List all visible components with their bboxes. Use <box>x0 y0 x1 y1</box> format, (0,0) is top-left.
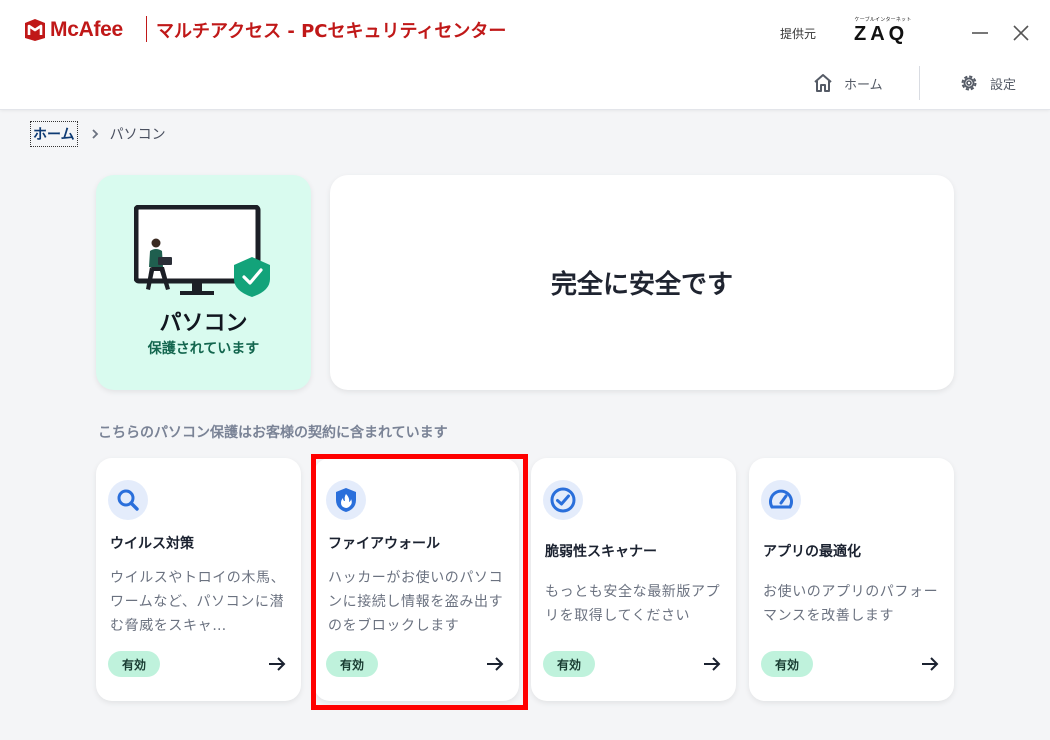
provider-label: 提供元 <box>780 27 817 41</box>
feature-description: もっとも安全な最新版アプリを取得してください <box>545 584 721 624</box>
feature-title: 脆弱性スキャナー <box>545 544 657 560</box>
minimize-button[interactable] <box>967 20 993 46</box>
breadcrumb-home[interactable]: ホーム <box>30 121 78 147</box>
arrow-right-icon[interactable] <box>919 654 941 674</box>
nav-home-button[interactable]: ホーム <box>812 70 883 96</box>
status-badge: 有効 <box>326 651 378 677</box>
feature-card-firewall[interactable]: ファイアウォール ハッカーがお使いのパソコンに接続し情報を盗み出すのをブロックし… <box>314 458 519 701</box>
device-name: パソコン <box>159 311 248 336</box>
feature-description: ハッカーがお使いのパソコンに接続し情報を盗み出すのをブロックします <box>328 570 504 634</box>
firewall-shield-icon <box>326 480 366 520</box>
section-label: こちらのパソコン保護はお客様の契約に含まれています <box>98 425 448 441</box>
chevron-right-icon <box>90 128 100 140</box>
breadcrumb: ホーム パソコン <box>30 120 166 148</box>
zaq-wordmark: ZAQ <box>854 23 909 45</box>
shield-check-badge <box>234 257 270 297</box>
nav-divider <box>919 66 920 100</box>
close-icon <box>1013 25 1029 41</box>
search-icon <box>108 480 148 520</box>
feature-card-vulnerability-scanner[interactable]: 脆弱性スキャナー もっとも安全な最新版アプリを取得してください 有効 <box>531 458 736 701</box>
feature-title: アプリの最適化 <box>763 544 861 560</box>
breadcrumb-current: パソコン <box>109 127 166 143</box>
device-status-card: パソコン 保護されています <box>96 175 311 390</box>
nav-settings-button[interactable]: 設定 <box>958 70 1016 96</box>
feature-title: ウイルス対策 <box>110 536 194 552</box>
app-title: マルチアクセス - PCセキュリティセンター <box>156 21 507 42</box>
zaq-logo: ケーブルインターネット ZAQ <box>852 16 914 48</box>
arrow-right-icon[interactable] <box>266 654 288 674</box>
gear-icon <box>961 75 977 91</box>
arrow-right-icon[interactable] <box>701 654 723 674</box>
status-badge: 有効 <box>543 651 595 677</box>
mcafee-logo: McAfee <box>24 16 123 44</box>
logo-divider <box>146 16 147 42</box>
feature-description: ウイルスやトロイの木馬、ワームなど、パソコンに潜む脅威をスキャ… <box>110 570 286 634</box>
nav-home-label: ホーム <box>844 77 883 93</box>
nav-settings-label: 設定 <box>990 77 1017 93</box>
computer-protected-illustration <box>134 205 270 297</box>
speedometer-icon <box>761 480 801 520</box>
brand-name: McAfee <box>50 18 123 41</box>
zaq-tagline: ケーブルインターネット <box>854 17 912 23</box>
status-badge: 有効 <box>108 651 160 677</box>
security-summary-message: 完全に安全です <box>550 270 733 300</box>
check-circle-icon <box>543 480 583 520</box>
home-icon <box>814 74 832 92</box>
mcafee-shield-icon <box>25 19 45 41</box>
security-summary-card: 完全に安全です <box>330 175 954 390</box>
status-badge: 有効 <box>761 651 813 677</box>
feature-card-antivirus[interactable]: ウイルス対策 ウイルスやトロイの木馬、ワームなど、パソコンに潜む脅威をスキャ… … <box>96 458 301 701</box>
arrow-right-icon[interactable] <box>484 654 506 674</box>
close-button[interactable] <box>1008 20 1034 46</box>
feature-card-app-optimization[interactable]: アプリの最適化 お使いのアプリのパフォーマンスを改善します 有効 <box>749 458 954 701</box>
feature-title: ファイアウォール <box>328 536 440 552</box>
minimize-icon <box>972 32 988 34</box>
device-status: 保護されています <box>147 341 260 357</box>
feature-description: お使いのアプリのパフォーマンスを改善します <box>763 584 939 624</box>
app-header: McAfee マルチアクセス - PCセキュリティセンター 提供元 ケーブルイン… <box>0 0 1050 110</box>
